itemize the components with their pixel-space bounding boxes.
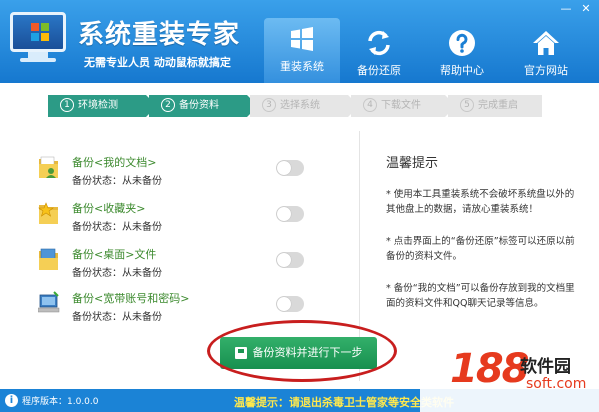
step-label: 下载文件 (381, 100, 421, 111)
backup-broadband-toggle[interactable] (276, 296, 304, 312)
tip-item: * 使用本工具重装系统不会破坏系统盘以外的其他盘上的数据，请放心重装系统！ (386, 189, 575, 215)
backup-desktop-toggle[interactable] (276, 252, 304, 268)
watermark-logo-number: 188 (450, 346, 529, 392)
question-icon (449, 30, 475, 56)
app-title: 系统重装专家 (78, 20, 241, 50)
backup-item-title: 备份<我的文档> (72, 156, 157, 169)
step-label: 选择系统 (280, 100, 320, 111)
backup-item-broadband: 备份<宽带账号和密码> 备份状态：从未备份 (38, 288, 320, 330)
backup-item-status: 备份状态：从未备份 (72, 222, 162, 233)
close-button[interactable]: ✕ (578, 2, 594, 15)
backup-next-button[interactable]: 备份资料并进行下一步 (220, 337, 377, 369)
network-computer-icon (38, 291, 60, 313)
app-slogan: 无需专业人员 动动鼠标就搞定 (84, 56, 231, 69)
documents-folder-icon (39, 156, 58, 178)
nav-help-center[interactable]: 帮助中心 (424, 22, 500, 83)
step-1: 1 环境检测 (48, 95, 157, 117)
backup-item-documents: 备份<我的文档> 备份状态：从未备份 (38, 152, 320, 194)
home-icon (533, 31, 559, 55)
step-progress: 1 环境检测 2 备份资料 3 选择系统 4 下载文件 5 完成重启 (48, 95, 548, 117)
title-bar: — ✕ 系统重装专家 无需专业人员 动动鼠标就搞定 重装系统 备份还原 帮助中心… (0, 0, 599, 83)
nav-label: 官方网站 (524, 64, 568, 77)
app-logo-icon (8, 12, 68, 68)
backup-item-status: 备份状态：从未备份 (72, 176, 162, 187)
step-number: 4 (363, 98, 377, 112)
refresh-icon (368, 30, 390, 56)
version-label: 程序版本：1.0.0.0 (22, 397, 99, 407)
watermark-url: soft.com (526, 376, 587, 392)
nav-reinstall-system[interactable]: 重装系统 (264, 18, 340, 83)
step-label: 环境检测 (78, 100, 118, 111)
step-label: 备份资料 (179, 100, 219, 111)
watermark-name: 软件园 (520, 357, 571, 377)
step-5: 5 完成重启 (448, 95, 542, 117)
step-3: 3 选择系统 (250, 95, 359, 117)
step-number: 1 (60, 98, 74, 112)
backup-item-title: 备份<收藏夹> (72, 202, 146, 215)
tip-item: * 点击界面上的“备份还原”标签可以还原以前备份的资料文件。 (386, 236, 575, 262)
step-label: 完成重启 (478, 100, 518, 111)
backup-item-status: 备份状态：从未备份 (72, 312, 162, 323)
tips-title: 温馨提示 (386, 156, 439, 171)
minimize-button[interactable]: — (558, 2, 574, 15)
backup-item-title: 备份<宽带账号和密码> (72, 292, 190, 305)
backup-item-favorites: 备份<收藏夹> 备份状态：从未备份 (38, 198, 320, 240)
nav-official-site[interactable]: 官方网站 (508, 22, 584, 83)
backup-favorites-toggle[interactable] (276, 206, 304, 222)
nav-label: 备份还原 (357, 64, 401, 77)
tip-item: * 备份“我的文档”可以备份存放到我的文档里面的资料文件和QQ聊天记录等信息。 (386, 283, 575, 309)
backup-item-title: 备份<桌面>文件 (72, 248, 157, 261)
backup-next-label: 备份资料并进行下一步 (252, 346, 363, 359)
favorites-folder-icon (38, 202, 58, 224)
nav-backup-restore[interactable]: 备份还原 (341, 22, 417, 83)
step-4: 4 下载文件 (351, 95, 456, 117)
backup-item-desktop: 备份<桌面>文件 备份状态：从未备份 (38, 244, 320, 286)
desktop-folder-icon (39, 248, 58, 270)
info-icon: i (5, 394, 18, 407)
backup-item-status: 备份状态：从未备份 (72, 268, 162, 279)
tips-panel: 温馨提示 * 使用本工具重装系统不会破坏系统盘以外的其他盘上的数据，请放心重装系… (386, 152, 582, 328)
nav-label: 帮助中心 (440, 64, 484, 77)
windows-logo-icon (291, 27, 313, 51)
nav-label: 重装系统 (280, 60, 324, 73)
step-number: 3 (262, 98, 276, 112)
backup-documents-toggle[interactable] (276, 160, 304, 176)
step-2: 2 备份资料 (149, 95, 258, 117)
step-number: 2 (161, 98, 175, 112)
step-number: 5 (460, 98, 474, 112)
site-watermark: 188 软件园 soft.com (420, 332, 599, 412)
save-disk-icon (234, 347, 247, 359)
